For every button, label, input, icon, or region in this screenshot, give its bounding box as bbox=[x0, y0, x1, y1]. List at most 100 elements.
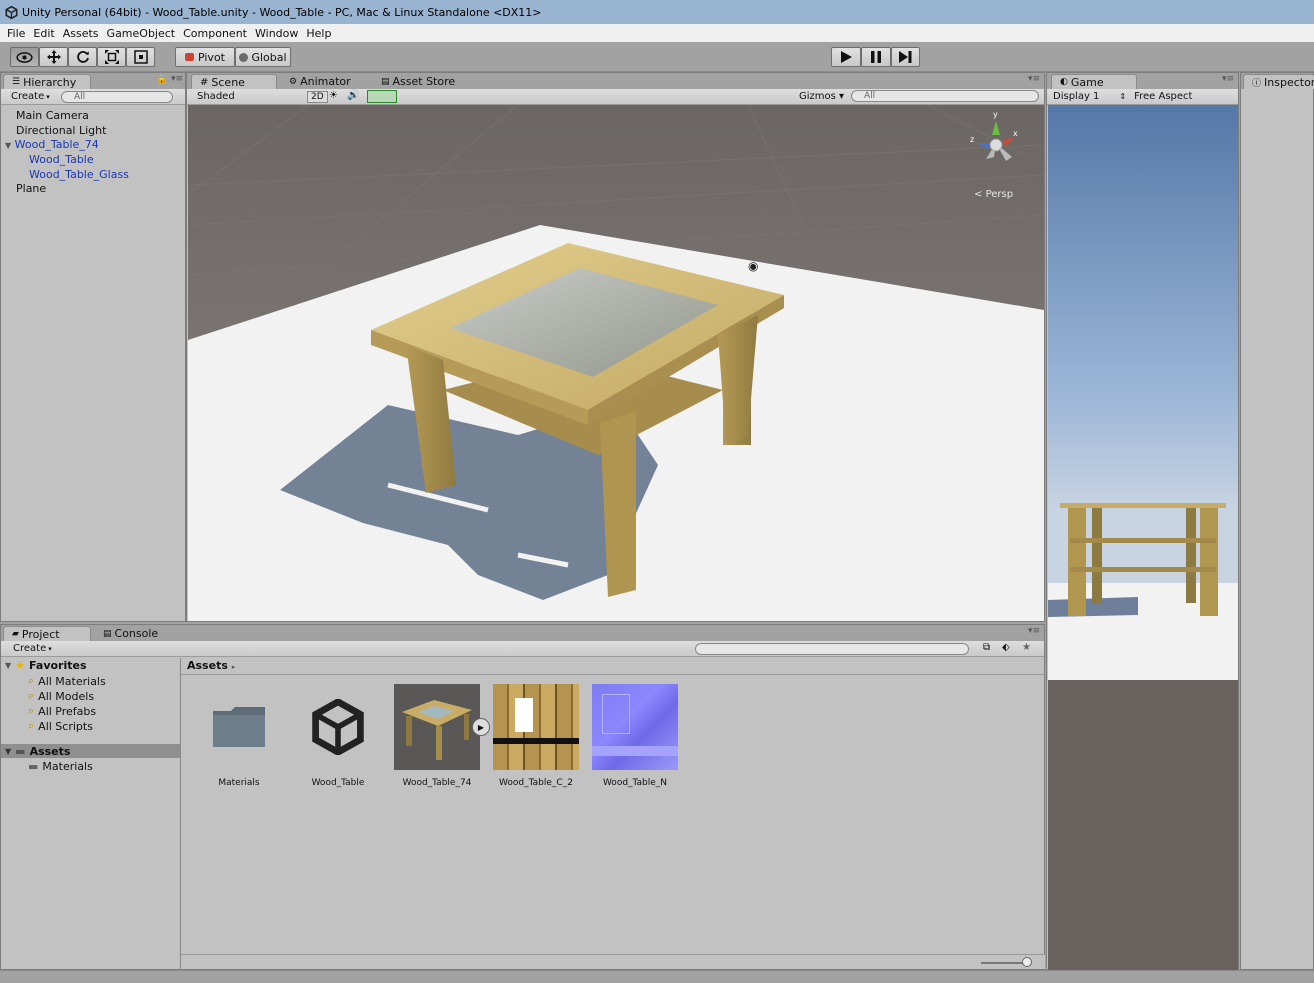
unity-scene-icon bbox=[295, 684, 381, 770]
pivot-toggle[interactable]: Pivot bbox=[175, 47, 235, 67]
effects-toggle[interactable] bbox=[367, 90, 397, 103]
panel-menu-icon[interactable]: ▾≡ bbox=[1028, 626, 1040, 636]
hierarchy-item-wood-table[interactable]: Wood_Table bbox=[29, 153, 94, 166]
favorite-all-prefabs[interactable]: ⌕ All Prefabs bbox=[28, 704, 96, 718]
hand-tool-button[interactable] bbox=[10, 47, 39, 67]
asset-wood-table-c2[interactable]: Wood_Table_C_2 bbox=[491, 684, 581, 788]
lighting-toggle-icon[interactable]: ☀ bbox=[329, 90, 338, 101]
panel-menu-icon[interactable]: ▾≡ bbox=[171, 74, 183, 84]
tab-game[interactable]: ◐ Game bbox=[1051, 74, 1137, 89]
aspect-dropdown[interactable]: Free Aspect bbox=[1134, 91, 1192, 102]
favorite-all-materials[interactable]: ⌕ All Materials bbox=[28, 674, 106, 688]
move-tool-button[interactable] bbox=[39, 47, 68, 67]
project-tabstrip: ▰ Project ▤ Console ▾≡ bbox=[1, 625, 1044, 641]
gizmos-dropdown[interactable]: Gizmos ▾ bbox=[799, 91, 844, 102]
model-thumbnail: ▶ bbox=[394, 684, 490, 770]
tab-inspector[interactable]: ⓘ Inspector bbox=[1243, 74, 1314, 89]
folder-icon: ▰ bbox=[12, 629, 19, 639]
hierarchy-item-wood-table-74[interactable]: ▼ Wood_Table_74 bbox=[5, 138, 99, 151]
step-icon bbox=[899, 51, 912, 63]
audio-toggle-icon[interactable]: 🔊 bbox=[347, 90, 359, 101]
tab-animator[interactable]: ⚙ Animator bbox=[281, 74, 359, 89]
assets-folder-item[interactable]: ▼ ▬ Assets bbox=[1, 744, 180, 758]
favorites-label: Favorites bbox=[29, 659, 87, 672]
favorites-header[interactable]: ▼ ★ Favorites bbox=[5, 659, 87, 672]
game-viewport[interactable] bbox=[1048, 105, 1238, 680]
scene-panel: # Scene ⚙ Animator ▤ Asset Store ▾≡ Shad… bbox=[186, 72, 1045, 622]
texture-band bbox=[493, 738, 579, 744]
projection-label[interactable]: < Persp bbox=[974, 189, 1013, 200]
folder-icon: ▬ bbox=[15, 744, 26, 758]
tab-asset-store-label: Asset Store bbox=[392, 75, 456, 88]
rotate-tool-button[interactable] bbox=[68, 47, 97, 67]
asset-wood-table-scene[interactable]: Wood_Table bbox=[293, 684, 383, 788]
breadcrumb-assets[interactable]: Assets bbox=[187, 659, 228, 672]
console-icon: ▤ bbox=[103, 628, 112, 639]
scene-search-input[interactable]: All bbox=[851, 90, 1039, 102]
axis-z-label: z bbox=[970, 135, 975, 144]
mode-2d-toggle[interactable]: 2D bbox=[307, 91, 328, 103]
menu-component[interactable]: Component bbox=[183, 27, 247, 40]
tab-project[interactable]: ▰ Project bbox=[3, 626, 91, 641]
hierarchy-search-input[interactable]: All bbox=[61, 91, 173, 103]
filter-type-icon[interactable]: ⧉ bbox=[983, 642, 990, 653]
hierarchy-item-plane[interactable]: Plane bbox=[16, 182, 46, 195]
tab-scene[interactable]: # Scene bbox=[191, 74, 277, 89]
menu-edit[interactable]: Edit bbox=[33, 27, 54, 40]
hierarchy-toolbar: Create ▾ All bbox=[1, 89, 185, 105]
eye-icon bbox=[16, 51, 33, 63]
asset-wood-table-74[interactable]: ▶ Wood_Table_74 bbox=[392, 684, 490, 788]
menu-bar: File Edit Assets GameObject Component Wi… bbox=[0, 24, 1314, 42]
display-dropdown[interactable]: Display 1 bbox=[1053, 91, 1099, 102]
normal-map-detail bbox=[602, 694, 630, 734]
inspector-tabstrip: ⓘ Inspector bbox=[1241, 73, 1314, 89]
hierarchy-item-label: Wood_Table_74 bbox=[14, 138, 99, 151]
folder-label: Materials bbox=[42, 760, 93, 773]
pause-button[interactable] bbox=[861, 47, 891, 67]
global-toggle[interactable]: Global bbox=[235, 47, 291, 67]
menu-help[interactable]: Help bbox=[306, 27, 331, 40]
play-icon bbox=[841, 51, 852, 63]
project-create-button[interactable]: Create bbox=[13, 643, 46, 654]
menu-file[interactable]: File bbox=[7, 27, 25, 40]
scene-toolbar: Shaded 2D ☀ 🔊 Gizmos ▾ All bbox=[187, 89, 1044, 105]
hierarchy-item-wood-table-glass[interactable]: Wood_Table_Glass bbox=[29, 168, 129, 181]
shading-mode-dropdown[interactable]: Shaded bbox=[197, 91, 235, 102]
orientation-gizmo[interactable]: y x z bbox=[964, 110, 1024, 173]
gizmos-label: Gizmos bbox=[799, 91, 836, 102]
tab-hierarchy[interactable]: ☰ Hierarchy bbox=[3, 74, 91, 89]
play-button[interactable] bbox=[831, 47, 861, 67]
rect-tool-button[interactable] bbox=[126, 47, 155, 67]
panel-menu-icon[interactable]: ▾≡ bbox=[1222, 74, 1234, 84]
lock-icon[interactable]: 🔒 bbox=[156, 75, 167, 85]
tab-scene-label: Scene bbox=[211, 75, 245, 89]
game-render bbox=[1048, 105, 1238, 680]
filter-label-icon[interactable]: ⬖ bbox=[1002, 642, 1010, 653]
hierarchy-item-main-camera[interactable]: Main Camera bbox=[16, 109, 89, 122]
scale-tool-button[interactable] bbox=[97, 47, 126, 67]
hierarchy-item-directional-light[interactable]: Directional Light bbox=[16, 124, 106, 137]
favorite-all-scripts[interactable]: ⌕ All Scripts bbox=[28, 719, 93, 733]
asset-wood-table-n[interactable]: Wood_Table_N bbox=[590, 684, 680, 788]
tab-console[interactable]: ▤ Console bbox=[95, 626, 166, 641]
asset-materials[interactable]: Materials bbox=[194, 684, 284, 788]
menu-window[interactable]: Window bbox=[255, 27, 298, 40]
step-button[interactable] bbox=[891, 47, 920, 67]
expand-prefab-icon[interactable]: ▶ bbox=[472, 718, 490, 736]
tab-asset-store[interactable]: ▤ Asset Store bbox=[373, 74, 463, 89]
scene-viewport[interactable]: y x z < Persp ◉ bbox=[188, 105, 1044, 621]
camera-gizmo-icon[interactable]: ◉ bbox=[748, 259, 758, 273]
hierarchy-tabstrip: ☰ Hierarchy 🔒 ▾≡ bbox=[1, 73, 185, 89]
project-search-input[interactable] bbox=[695, 643, 969, 655]
menu-assets[interactable]: Assets bbox=[63, 27, 99, 40]
materials-folder-item[interactable]: ▬ Materials bbox=[28, 760, 93, 773]
favorite-all-models[interactable]: ⌕ All Models bbox=[28, 689, 94, 703]
menu-gameobject[interactable]: GameObject bbox=[107, 27, 176, 40]
zoom-slider-thumb[interactable] bbox=[1022, 957, 1032, 967]
favorite-star-icon[interactable]: ★ bbox=[1022, 642, 1031, 653]
hierarchy-create-button[interactable]: Create bbox=[11, 91, 44, 102]
panel-menu-icon[interactable]: ▾≡ bbox=[1028, 74, 1040, 84]
assets-label: Assets bbox=[29, 744, 71, 758]
expand-arrow-icon[interactable]: ▼ bbox=[5, 141, 11, 150]
expand-arrow-icon: ▼ bbox=[5, 661, 12, 670]
